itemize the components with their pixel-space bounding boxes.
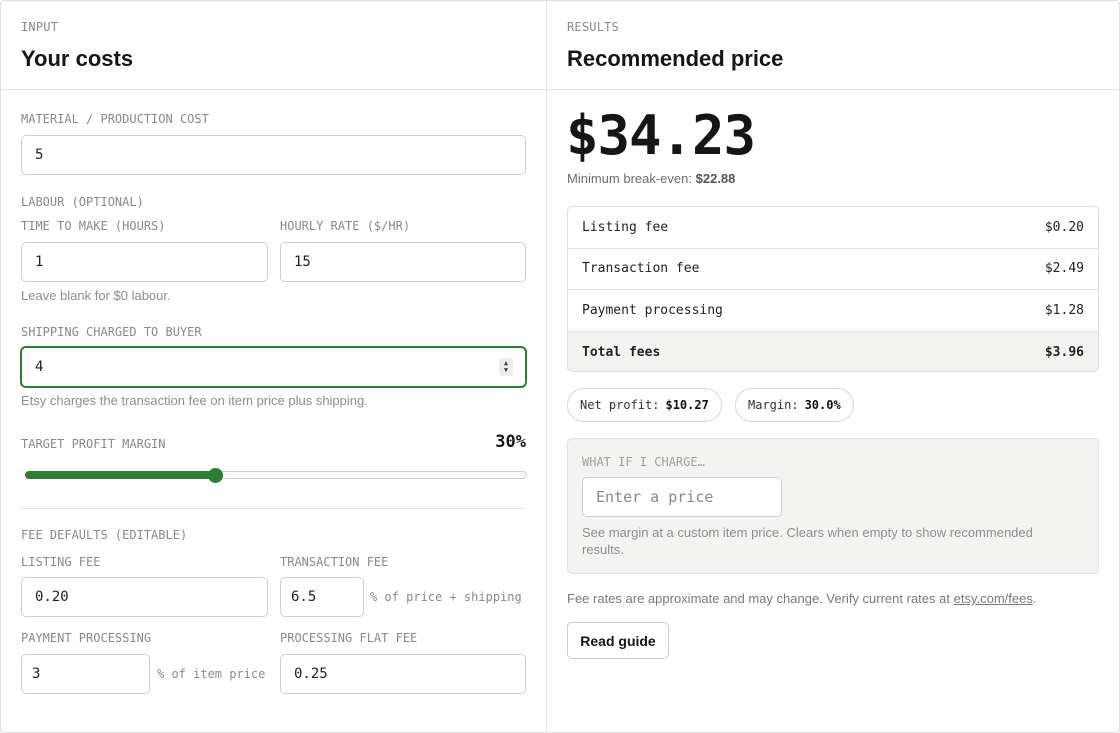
section-rule <box>21 508 526 509</box>
transaction-fee-input[interactable]: 6.5 <box>280 577 364 617</box>
breakeven-line: Minimum break-even: $22.88 <box>567 171 735 186</box>
panel-divider <box>546 0 547 733</box>
transaction-fee-label: TRANSACTION FEE <box>280 555 389 569</box>
net-profit-value: $10.27 <box>665 398 709 412</box>
fee-row-total: Total fees $3.96 <box>568 331 1098 371</box>
results-eyebrow: RESULTS <box>567 20 619 34</box>
listing-fee-input[interactable]: 0.20 <box>21 577 268 617</box>
processing-suffix: % of item price <box>157 667 266 681</box>
read-guide-button[interactable]: Read guide <box>567 622 669 659</box>
margin-slider-fill <box>25 471 216 479</box>
processing-label: PAYMENT PROCESSING <box>21 631 152 645</box>
labour-help: Leave blank for $0 labour. <box>21 288 171 303</box>
fee-label: Payment processing <box>582 302 723 318</box>
etsy-fees-link[interactable]: etsy.com/fees <box>954 591 1033 606</box>
what-if-help-line1: See margin at a custom item price. Clear… <box>582 525 1033 540</box>
number-stepper-icon[interactable]: ▲ ▼ <box>499 358 513 376</box>
payment-processing-input[interactable]: 3 <box>21 654 150 694</box>
results-title: Recommended price <box>567 46 784 71</box>
margin-pill: Margin: 30.0% <box>735 388 854 422</box>
flat-fee-input[interactable]: 0.25 <box>280 654 526 694</box>
disclaimer-text: Fee rates are approximate and may change… <box>567 591 950 606</box>
fee-value: $3.96 <box>1044 344 1084 360</box>
fee-value: $2.49 <box>1044 261 1084 277</box>
recommended-price: $34.23 <box>566 104 756 167</box>
net-profit-pill: Net profit: $10.27 <box>567 388 722 422</box>
fee-label: Listing fee <box>582 219 669 235</box>
input-eyebrow: INPUT <box>21 20 59 34</box>
what-if-help-line2: results. <box>582 542 624 557</box>
fee-row-transaction: Transaction fee $2.49 <box>568 249 1098 290</box>
fee-breakdown-table: Listing fee $0.20 Transaction fee $2.49 … <box>567 206 1099 372</box>
custom-price-input[interactable]: Enter a price <box>582 477 782 517</box>
shipping-help: Etsy charges the transaction fee on item… <box>21 393 368 408</box>
breakeven-value: $22.88 <box>695 171 736 186</box>
fee-value: $0.20 <box>1044 219 1084 235</box>
margin-display: 30% <box>495 432 526 452</box>
net-profit-label: Net profit: <box>580 398 660 412</box>
transaction-fee-suffix: % of price + shipping <box>370 590 522 604</box>
fee-row-processing: Payment processing $1.28 <box>568 290 1098 332</box>
labour-heading: LABOUR (OPTIONAL) <box>21 195 144 209</box>
what-if-heading: WHAT IF I CHARGE… <box>582 455 705 469</box>
disclaimer-end: . <box>1032 591 1037 606</box>
fee-label: Total fees <box>582 344 661 360</box>
shipping-label: SHIPPING CHARGED TO BUYER <box>21 325 202 339</box>
material-cost-input[interactable]: 5 <box>21 135 526 175</box>
material-label: MATERIAL / PRODUCTION COST <box>21 112 209 126</box>
shipping-value: 4 <box>35 359 44 375</box>
time-label: TIME TO MAKE (HOURS) <box>21 219 166 233</box>
header-divider <box>0 89 1120 90</box>
margin-pill-value: 30.0% <box>804 398 841 412</box>
fee-row-listing: Listing fee $0.20 <box>568 207 1098 249</box>
hourly-rate-input[interactable]: 15 <box>280 242 526 282</box>
listing-fee-label: LISTING FEE <box>21 555 101 569</box>
shipping-input[interactable]: 4 ▲ ▼ <box>21 347 526 387</box>
fee-label: Transaction fee <box>582 261 700 277</box>
breakeven-label: Minimum break-even: <box>567 171 692 186</box>
flat-fee-label: PROCESSING FLAT FEE <box>280 631 418 645</box>
margin-label: TARGET PROFIT MARGIN <box>21 437 166 451</box>
rate-label: HOURLY RATE ($/HR) <box>280 219 411 233</box>
input-title: Your costs <box>21 46 134 71</box>
disclaimer: Fee rates are approximate and may change… <box>567 591 1036 606</box>
time-to-make-input[interactable]: 1 <box>21 242 268 282</box>
fee-defaults-heading: FEE DEFAULTS (EDITABLE) <box>21 528 188 542</box>
margin-pill-label: Margin: <box>748 398 799 412</box>
fee-value: $1.28 <box>1044 302 1084 318</box>
